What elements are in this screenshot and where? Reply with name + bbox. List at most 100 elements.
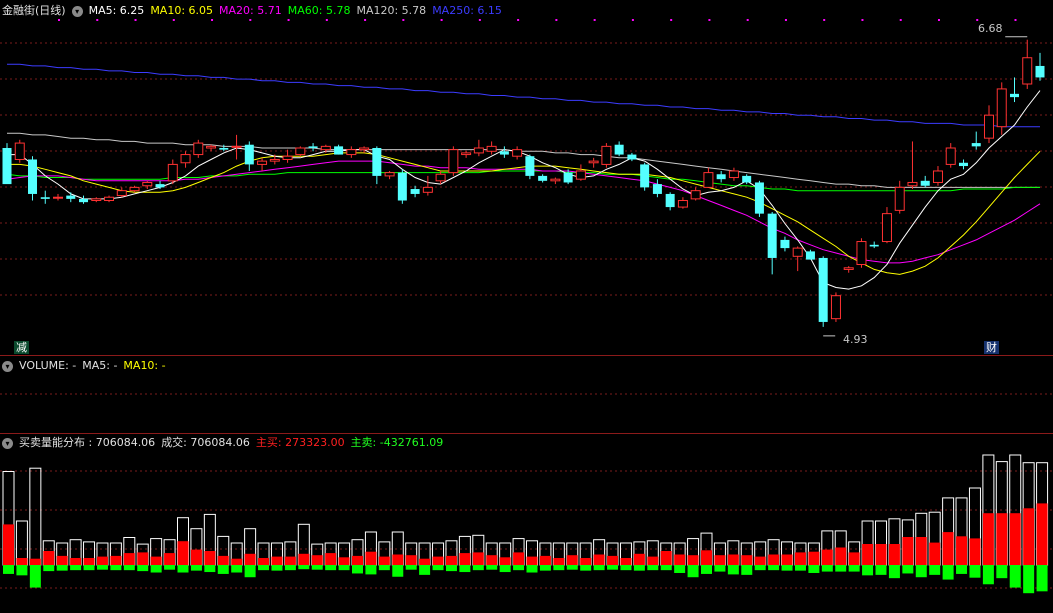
candle-body-up <box>346 149 357 156</box>
stock-chart[interactable] <box>0 0 1053 613</box>
buy-bar <box>217 555 229 565</box>
candle-body-up <box>320 145 331 151</box>
event-dot <box>211 19 214 21</box>
sell-bar <box>419 565 431 575</box>
event-dot <box>172 19 175 21</box>
buy-bar <box>29 558 41 565</box>
candle-body-down <box>780 239 790 249</box>
event-dot <box>593 19 596 21</box>
buy-bar <box>996 513 1008 565</box>
candle-body-down <box>920 180 930 186</box>
candle-body-up <box>448 149 459 174</box>
candle-body-up <box>792 247 803 257</box>
sell-bar <box>794 565 806 571</box>
sell-bar <box>459 565 471 573</box>
sell-bar <box>580 565 592 571</box>
buy-bar <box>325 553 337 565</box>
candle-body-down <box>716 174 726 180</box>
sell-bar <box>875 565 887 575</box>
candle-body-down <box>334 146 344 155</box>
volume-panel-toggle-icon[interactable]: ▾ <box>2 360 13 372</box>
buy-bar <box>741 555 753 565</box>
candle-body-down <box>397 172 407 201</box>
sell-bar <box>177 565 189 573</box>
sell-bar <box>284 565 296 571</box>
sell-bar <box>432 565 444 571</box>
sell-bar <box>392 565 404 577</box>
candle-body-down <box>1009 93 1019 98</box>
candle-body-up <box>167 163 178 182</box>
event-dot <box>937 19 940 21</box>
candle-body-down <box>742 175 752 183</box>
candle-body-down <box>754 182 764 214</box>
candle-body-up <box>295 147 306 156</box>
buy-bar <box>1023 508 1035 565</box>
candle-body-up <box>269 158 280 162</box>
candle-body-up <box>588 160 599 164</box>
sell-bar <box>311 565 323 570</box>
sell-bar <box>687 565 699 578</box>
event-tag-left[interactable]: 减 <box>14 341 29 354</box>
event-dot <box>96 19 99 21</box>
sell-bar <box>660 565 672 571</box>
sell-bar <box>754 565 766 571</box>
flow-panel-toggle-icon[interactable]: ▾ <box>2 437 13 449</box>
candle-body-up <box>180 154 191 164</box>
sell-bar <box>633 565 645 571</box>
event-dot <box>478 19 481 21</box>
candle-body-down <box>499 151 509 155</box>
sell-bar <box>137 565 149 572</box>
sell-bar <box>647 565 659 571</box>
event-dot <box>899 19 902 21</box>
buy-bar <box>204 551 216 565</box>
flow-title: 买卖量能分布 : 706084.06 <box>19 436 156 449</box>
candle-body-down <box>805 251 815 260</box>
buy-bar <box>781 554 793 565</box>
event-tag-right[interactable]: 财 <box>984 341 999 354</box>
sell-bar <box>325 565 337 571</box>
candle-body-down <box>640 164 650 188</box>
buy-bar <box>553 558 565 565</box>
buy-bar <box>647 556 659 565</box>
buy-bar <box>244 553 256 565</box>
sell-bar <box>929 565 941 575</box>
candle-body-up <box>830 295 841 320</box>
buy-bar <box>768 554 780 565</box>
buy-bar <box>875 544 887 565</box>
event-dot <box>440 19 443 21</box>
sell-bar <box>1036 565 1048 592</box>
buy-bar <box>620 558 632 565</box>
sell-bar <box>405 565 417 570</box>
sell-bar <box>553 565 565 571</box>
candle-body-up <box>231 145 242 148</box>
volume-ma10: MA10: - <box>123 359 166 372</box>
sell-bar <box>566 565 578 570</box>
candle-body-up <box>104 196 115 202</box>
candle-body-down <box>971 143 981 147</box>
volume-label: VOLUME: - <box>19 359 77 372</box>
buy-bar <box>942 532 954 565</box>
high-price-label: 6.68 <box>978 22 1003 35</box>
candle-body-up <box>461 152 472 156</box>
sell-bar <box>526 565 538 573</box>
buy-bar <box>486 555 498 565</box>
event-dot <box>746 19 749 21</box>
sell-bar <box>258 565 270 571</box>
candle-body-up <box>53 196 64 199</box>
sell-bar <box>204 565 216 573</box>
candle-body-up <box>996 88 1007 128</box>
sell-bar <box>862 565 874 576</box>
buy-bar <box>43 551 55 565</box>
sell-bar <box>499 565 511 573</box>
candle-body-up <box>282 155 293 160</box>
buy-bar <box>56 555 68 565</box>
buy-bar <box>674 554 686 565</box>
candle-body-down <box>665 193 675 208</box>
event-dot <box>134 19 137 21</box>
candle-body-up <box>677 200 688 208</box>
event-dot <box>976 19 979 21</box>
event-dot <box>58 19 61 21</box>
sell-bar <box>271 565 283 571</box>
candle-body-down <box>614 144 624 155</box>
candle-body-up <box>932 170 943 183</box>
